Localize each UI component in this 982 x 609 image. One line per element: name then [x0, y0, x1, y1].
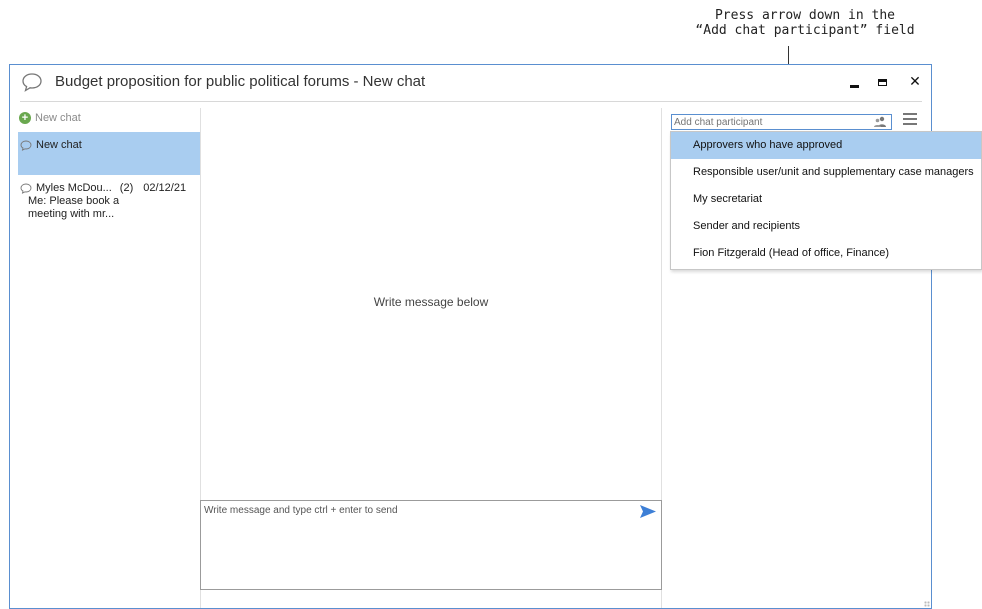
window-title: Budget proposition for public political … — [55, 73, 426, 90]
maximize-button[interactable] — [870, 71, 894, 93]
chat-bubble-icon — [20, 183, 32, 194]
title-bar: Budget proposition for public political … — [10, 65, 931, 101]
chat-item-name: Myles McDou... — [36, 182, 112, 194]
chat-list-item[interactable]: Myles McDou... (2) 02/12/21 Me: Please b… — [18, 182, 200, 221]
new-chat-label: New chat — [35, 112, 81, 124]
new-chat-button[interactable]: + New chat — [19, 112, 81, 124]
dropdown-option[interactable]: Sender and recipients — [671, 213, 981, 240]
chat-bubble-icon — [22, 73, 42, 92]
dropdown-option[interactable]: Fion Fitzgerald (Head of office, Finance… — [671, 240, 981, 267]
annotation-line-2: “Add chat participant” field — [695, 23, 915, 38]
participant-dropdown: Approvers who have approved Responsible … — [670, 131, 982, 270]
message-area-placeholder: Write message below — [373, 295, 489, 309]
add-participant-field[interactable] — [671, 114, 892, 130]
add-participant-input[interactable] — [674, 115, 854, 129]
chat-item-preview-line-2: meeting with mr... — [28, 208, 115, 220]
annotation-callout: Press arrow down in the “Add chat partic… — [640, 8, 970, 38]
compose-box[interactable]: Write message and type ctrl + enter to s… — [200, 500, 662, 590]
chat-item-date: 02/12/21 — [143, 182, 187, 194]
chat-list-item-active[interactable]: New chat — [18, 132, 200, 175]
menu-icon[interactable] — [903, 113, 917, 127]
unread-count: (2) — [119, 182, 134, 194]
people-icon[interactable] — [873, 116, 887, 128]
dropdown-option[interactable]: My secretariat — [671, 186, 981, 213]
dropdown-option[interactable]: Responsible user/unit and supplementary … — [671, 159, 981, 186]
title-separator — [20, 101, 922, 102]
minimize-icon — [849, 84, 859, 88]
dropdown-option[interactable]: Approvers who have approved — [671, 132, 981, 159]
compose-placeholder: Write message and type ctrl + enter to s… — [204, 505, 398, 516]
annotation-line-1: Press arrow down in the — [714, 8, 895, 23]
close-button[interactable]: ✕ — [903, 71, 927, 93]
send-icon[interactable] — [639, 504, 657, 519]
chat-bubble-icon — [20, 140, 32, 151]
chat-sidebar: + New chat New chat Myles McDou... (2) 0… — [18, 108, 200, 608]
resize-grip[interactable] — [924, 601, 930, 607]
chat-item-label: New chat — [36, 139, 82, 151]
minimize-button[interactable] — [842, 71, 866, 93]
chat-item-preview-line-1: Me: Please book a — [28, 195, 120, 207]
close-icon: ✕ — [909, 74, 921, 90]
maximize-icon — [877, 78, 887, 86]
plus-icon: + — [19, 112, 31, 124]
